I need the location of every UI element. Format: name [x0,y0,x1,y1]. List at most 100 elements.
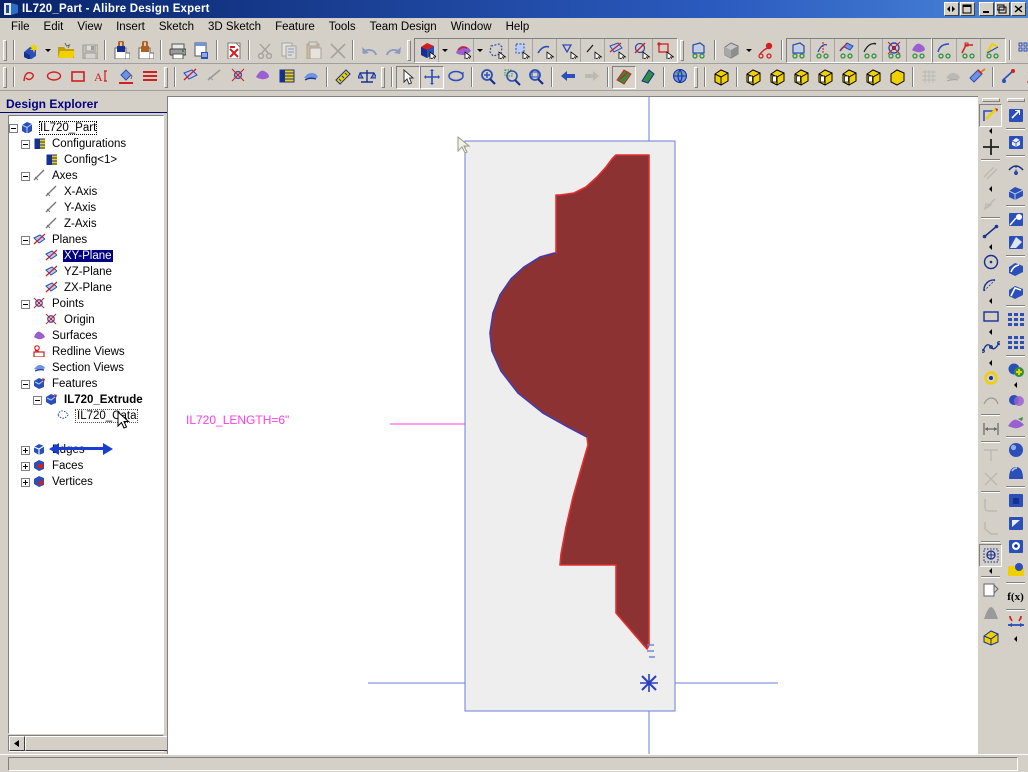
tree-item-zx-plane[interactable]: ZX-Plane [9,280,163,296]
maximize-button[interactable] [995,2,1010,16]
extrude-feature-button[interactable] [787,39,811,62]
toolbar-grip[interactable] [3,40,7,61]
tree-expand-icon[interactable] [21,478,30,487]
sketch-line-dropdown[interactable] [979,243,1002,251]
tree-collapse-icon[interactable] [21,300,30,309]
measure-button[interactable] [331,66,355,89]
check-in-button[interactable] [109,39,133,62]
sketch-rect-button[interactable] [979,305,1002,328]
toolbar-grip[interactable] [982,98,1000,102]
select-part-button[interactable] [415,39,439,62]
feature-loft-button[interactable] [1004,208,1027,231]
select-sketch-button[interactable] [629,39,653,62]
menu-edit[interactable]: Edit [37,19,71,35]
tree-item-origin[interactable]: Origin [9,312,163,328]
feature-dome-button[interactable] [1004,462,1027,485]
equations-button[interactable] [355,66,379,89]
sketch-polygon-button[interactable] [979,390,1002,413]
sketch-point-button[interactable] [979,135,1002,158]
select-color-button[interactable] [450,39,474,62]
fillet-button[interactable] [933,39,957,62]
print-button[interactable] [165,39,189,62]
tree-expand-icon[interactable] [21,446,30,455]
feature-cuthole-button[interactable] [1004,535,1027,558]
feature-dim-dropdown[interactable] [1004,635,1027,643]
activate-sketch-dropdown[interactable] [979,127,1002,135]
lighting-button[interactable] [997,66,1021,89]
feature-revolve-button[interactable] [1004,158,1027,181]
select-box-button[interactable] [653,39,677,62]
feature-box-button[interactable] [1004,131,1027,154]
material-dropdown[interactable] [743,39,754,62]
feature-cutbox-button[interactable] [1004,489,1027,512]
tree-item-edges[interactable]: Edges [9,442,163,458]
tree-collapse-icon[interactable] [33,396,42,405]
tree-item-planes[interactable]: Planes [9,232,163,248]
tree-item-y-axis[interactable]: Y-Axis [9,200,163,216]
tree-expand-icon[interactable] [21,462,30,471]
rotate-tool-button[interactable] [444,66,468,89]
model-canvas[interactable] [168,97,978,754]
section-view-button[interactable] [299,66,323,89]
tree-item-x-axis[interactable]: X-Axis [9,184,163,200]
sketch-arc-dropdown[interactable] [979,297,1002,305]
tree-collapse-icon[interactable] [21,172,30,181]
previous-view-button[interactable] [556,66,580,89]
model-viewport[interactable]: IL720_LENGTH=6" [167,96,978,754]
feature-pattern-button[interactable] [1004,308,1027,331]
view-right-button[interactable] [813,66,837,89]
sketch-figure-dropdown[interactable] [979,567,1002,575]
mdi-restore-left-button[interactable] [944,2,959,16]
open-button[interactable] [53,39,77,62]
toolbar-grip[interactable] [1007,98,1025,102]
equation-editor-button[interactable]: f(x) [1004,585,1027,608]
alibre-app-icon[interactable] [3,2,19,16]
sketch-line-button[interactable] [979,220,1002,243]
insert-point-button[interactable] [227,66,251,89]
insert-axis-button[interactable] [203,66,227,89]
configurations-button[interactable] [275,66,299,89]
select-part-dropdown[interactable] [439,39,450,62]
normal-to-view-button[interactable] [612,66,636,89]
tree-collapse-icon[interactable] [9,124,18,133]
toolbar-grip[interactable] [694,67,698,88]
draft-button[interactable] [981,39,1005,62]
sketch-rectangle-button[interactable] [66,66,90,89]
menu-view[interactable]: View [70,19,109,35]
view-home-button[interactable] [885,66,909,89]
explorer-horizontal-scrollbar[interactable] [8,735,164,752]
tree-item-il720-catalog[interactable]: IL720_Cata [9,408,163,424]
sketch-ellipse-button[interactable] [42,66,66,89]
select-vertex-button[interactable] [557,39,581,62]
pattern-button[interactable] [1014,39,1028,62]
material-button[interactable] [719,39,743,62]
tree-collapse-icon[interactable] [21,380,30,389]
view-top-button[interactable] [837,66,861,89]
scene-button[interactable] [1021,66,1028,89]
select-feature-button[interactable] [485,39,509,62]
tree-item-surfaces[interactable]: Surfaces [9,328,163,344]
feature-chamfer-button[interactable] [1004,281,1027,304]
feature-boolean-button[interactable] [1004,389,1027,412]
toolbar-grip[interactable] [164,67,168,88]
feature-shell-button[interactable] [1004,231,1027,254]
activate-sketch-button[interactable] [979,104,1002,127]
sketch-copy-button[interactable] [979,579,1002,602]
feature-dim-button[interactable] [1004,612,1027,635]
toolbar-grip[interactable] [3,67,7,88]
tree-item-axes[interactable]: Axes [9,168,163,184]
hole-feature-button[interactable] [883,39,907,62]
print-preview-button[interactable] [189,39,213,62]
sweep-feature-button[interactable] [835,39,859,62]
tree-item-redline-views[interactable]: Redline Views [9,344,163,360]
tree-item-il720-part[interactable]: IL720_Part [9,120,163,136]
sketch-extrude-button[interactable] [979,625,1002,648]
global-view-button[interactable] [668,66,692,89]
feature-pattern2-button[interactable] [1004,331,1027,354]
select-plane-button[interactable] [605,39,629,62]
view-front-button[interactable] [741,66,765,89]
check-out-button[interactable] [133,39,157,62]
tree-item-faces[interactable]: Faces [9,458,163,474]
view-back-button[interactable] [765,66,789,89]
dimension-label[interactable]: IL720_LENGTH=6" [186,413,289,427]
